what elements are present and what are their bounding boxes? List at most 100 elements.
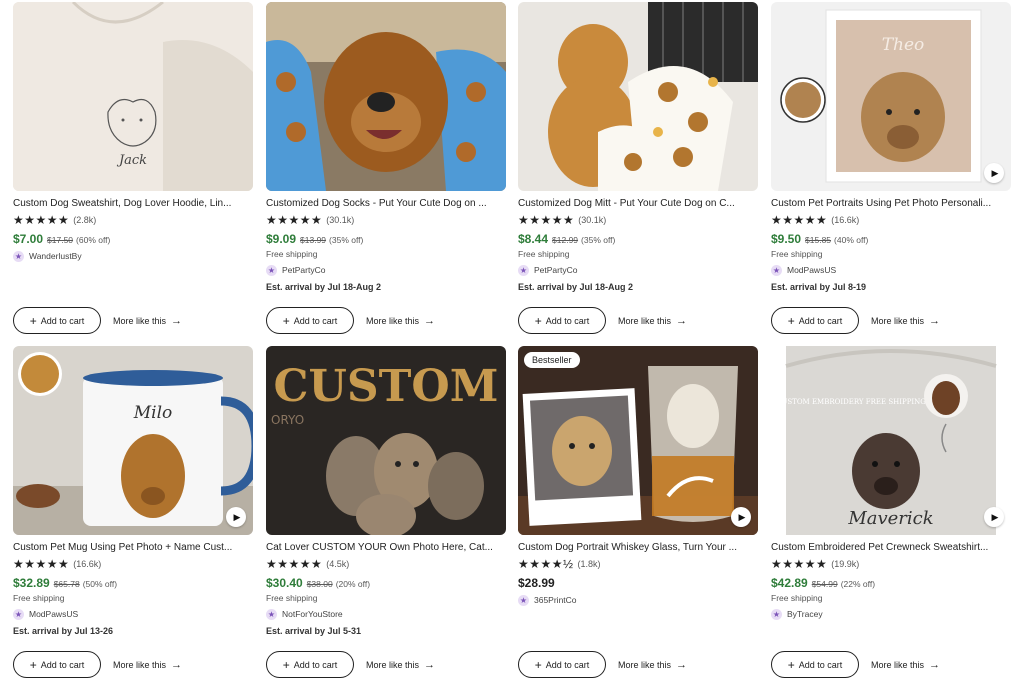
shipping-info: Free shipping (518, 249, 570, 259)
star-rating-icon: ★★★★★ (266, 556, 323, 571)
sale-price: $7.00 (13, 232, 44, 246)
discount: (50% off) (82, 579, 118, 589)
product-image[interactable] (518, 2, 758, 191)
more-like-this-link[interactable]: More like this → (366, 315, 435, 327)
product-title[interactable]: Custom Dog Portrait Whiskey Glass, Turn … (518, 541, 758, 554)
shop-name-label: NotForYouStore (282, 609, 343, 619)
original-price: $54.99 (811, 579, 838, 589)
more-like-this-link[interactable]: More like this → (871, 659, 940, 671)
estimated-arrival: Est. arrival by Jul 18-Aug 2 (266, 282, 382, 292)
review-count: (19.9k) (831, 558, 860, 569)
play-icon: ▶ (233, 511, 241, 522)
product-title[interactable]: Customized Dog Mitt - Put Your Cute Dog … (518, 197, 758, 210)
shop-name[interactable]: ★ ModPawsUS (13, 608, 253, 620)
more-like-this-link[interactable]: More like this → (113, 315, 182, 327)
star-seller-icon: ★ (266, 264, 277, 276)
discount: (60% off) (76, 235, 111, 245)
product-card[interactable]: Bestseller ▶ Custom Dog Portrait Whiskey… (518, 346, 758, 606)
product-image[interactable]: CUSTOM EMBROIDERY FREE SHIPPING Maverick… (771, 346, 1011, 535)
more-like-this-label: More like this (366, 315, 420, 326)
star-rating-icon: ★★★★★ (771, 556, 828, 571)
more-like-this-link[interactable]: More like this → (366, 659, 435, 671)
product-image[interactable]: Jack (13, 2, 253, 191)
more-like-this-link[interactable]: More like this → (618, 659, 687, 671)
product-card[interactable]: Customized Dog Mitt - Put Your Cute Dog … (518, 2, 758, 294)
shop-name[interactable]: ★ WanderlustBy (13, 250, 253, 262)
discount: (35% off) (329, 235, 364, 245)
product-title[interactable]: Custom Pet Mug Using Pet Photo + Name Cu… (13, 541, 253, 554)
add-to-cart-button[interactable]: + Add to cart (266, 651, 354, 678)
product-image[interactable] (266, 2, 506, 191)
arrow-right-icon: → (171, 314, 183, 327)
add-to-cart-label: Add to cart (293, 659, 338, 670)
shop-name[interactable]: ★ ByTracey (771, 608, 1011, 620)
add-to-cart-label: Add to cart (545, 315, 590, 326)
rating: ★★★★½ (1.8k) (518, 557, 758, 570)
discount: (20% off) (335, 579, 371, 589)
more-like-this-label: More like this (113, 315, 167, 326)
product-title[interactable]: Custom Embroidered Pet Crewneck Sweatshi… (771, 541, 1011, 554)
product-title[interactable]: Custom Pet Portraits Using Pet Photo Per… (771, 197, 1011, 210)
shop-name-label: WanderlustBy (29, 251, 82, 261)
product-title[interactable]: Cat Lover CUSTOM YOUR Own Photo Here, Ca… (266, 541, 506, 554)
add-to-cart-button[interactable]: + Add to cart (518, 307, 606, 334)
plus-icon: + (534, 657, 542, 672)
estimated-arrival: Est. arrival by Jul 13-26 (13, 626, 114, 636)
product-title[interactable]: Custom Dog Sweatshirt, Dog Lover Hoodie,… (13, 197, 253, 210)
shop-name[interactable]: ★ PetPartyCo (266, 264, 506, 276)
card-actions: + Add to cart More like this → (13, 307, 182, 334)
play-video-button[interactable]: ▶ (226, 507, 246, 527)
product-image[interactable]: CUSTOM ORYO (266, 346, 506, 535)
add-to-cart-button[interactable]: + Add to cart (771, 307, 859, 334)
product-card[interactable]: Milo ▶ Custom Pet Mug Using Pet Photo + … (13, 346, 253, 638)
card-actions: + Add to cart More like this → (266, 307, 435, 334)
review-count: (1.8k) (577, 558, 601, 569)
product-image[interactable]: Milo ▶ (13, 346, 253, 535)
product-image[interactable]: Theo ▶ (771, 2, 1011, 191)
add-to-cart-button[interactable]: + Add to cart (771, 651, 859, 678)
add-to-cart-button[interactable]: + Add to cart (13, 307, 101, 334)
price-row: $7.00 $17.50 (60% off) (13, 232, 253, 246)
review-count: (30.1k) (326, 214, 355, 225)
sale-price: $42.89 (771, 576, 808, 590)
star-seller-icon: ★ (13, 250, 24, 262)
more-like-this-link[interactable]: More like this → (113, 659, 182, 671)
original-price: $17.50 (47, 235, 74, 245)
estimated-arrival: Est. arrival by Jul 18-Aug 2 (518, 282, 634, 292)
play-video-button[interactable]: ▶ (731, 507, 751, 527)
more-like-this-link[interactable]: More like this → (618, 315, 687, 327)
sale-price: $28.99 (518, 576, 555, 590)
add-to-cart-button[interactable]: + Add to cart (13, 651, 101, 678)
shop-name[interactable]: ★ PetPartyCo (518, 264, 758, 276)
product-title[interactable]: Customized Dog Socks - Put Your Cute Dog… (266, 197, 506, 210)
play-video-button[interactable]: ▶ (984, 507, 1004, 527)
star-seller-icon: ★ (266, 608, 277, 620)
add-to-cart-label: Add to cart (798, 659, 843, 670)
plus-icon: + (787, 313, 795, 328)
add-to-cart-button[interactable]: + Add to cart (266, 307, 354, 334)
shop-name[interactable]: ★ 365PrintCo (518, 594, 758, 606)
shop-name[interactable]: ★ NotForYouStore (266, 608, 506, 620)
product-card[interactable]: Customized Dog Socks - Put Your Cute Dog… (266, 2, 506, 294)
product-card[interactable]: Theo ▶ Custom Pet Portraits Using Pet Ph… (771, 2, 1011, 294)
original-price: $65.78 (53, 579, 80, 589)
more-like-this-label: More like this (871, 659, 925, 670)
add-to-cart-button[interactable]: + Add to cart (518, 651, 606, 678)
original-price: $38.00 (306, 579, 333, 589)
play-video-button[interactable]: ▶ (984, 163, 1004, 183)
product-card[interactable]: CUSTOM ORYO Cat Lover CUSTOM YOUR Own Ph… (266, 346, 506, 638)
more-like-this-label: More like this (618, 659, 672, 670)
product-card[interactable]: Jack Custom Dog Sweatshirt, Dog Lover Ho… (13, 2, 253, 262)
more-like-this-link[interactable]: More like this → (871, 315, 940, 327)
card-actions: + Add to cart More like this → (771, 307, 940, 334)
more-like-this-label: More like this (366, 659, 420, 670)
card-actions: + Add to cart More like this → (771, 651, 940, 678)
product-image-text: CUSTOM (274, 361, 499, 412)
product-card[interactable]: CUSTOM EMBROIDERY FREE SHIPPING Maverick… (771, 346, 1011, 620)
add-to-cart-label: Add to cart (40, 659, 85, 670)
shop-name[interactable]: ★ ModPawsUS (771, 264, 1011, 276)
product-image[interactable]: Bestseller ▶ (518, 346, 758, 535)
more-like-this-label: More like this (113, 659, 167, 670)
more-like-this-label: More like this (618, 315, 672, 326)
add-to-cart-label: Add to cart (40, 315, 85, 326)
